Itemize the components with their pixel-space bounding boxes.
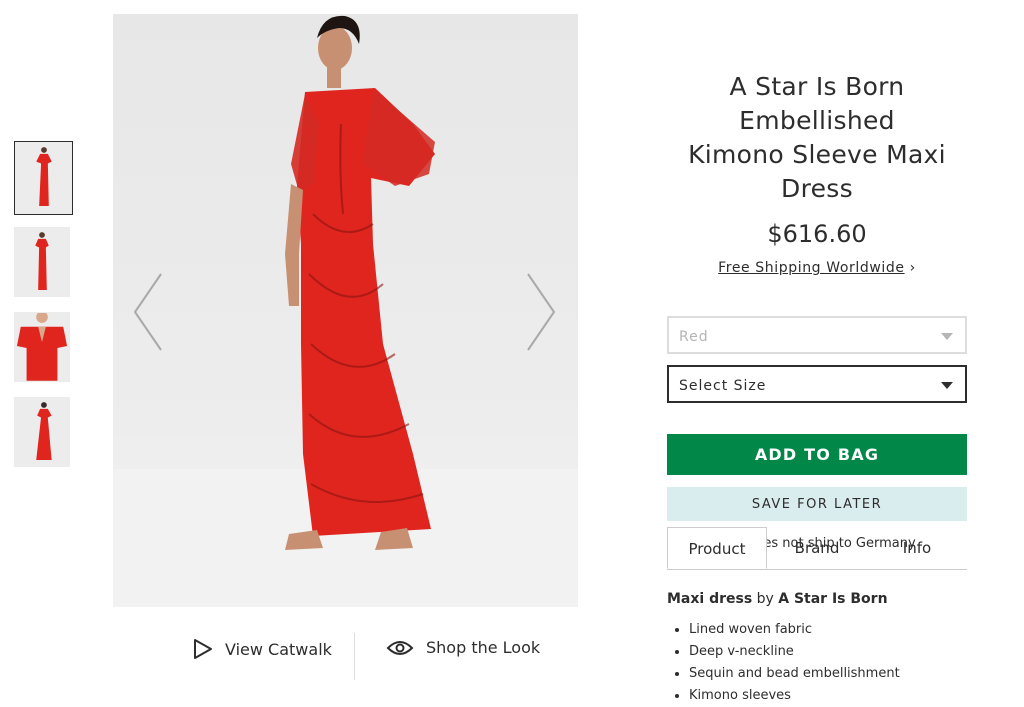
tab-product[interactable]: Product [667,527,767,569]
colour-select[interactable]: Red [667,316,967,354]
list-item: Lined woven fabric [689,619,967,641]
chevron-right-icon: › [909,260,916,276]
product-type: Maxi dress [667,591,753,607]
thumbnail-3[interactable] [14,312,70,382]
dress-thumbnail-image [15,228,69,296]
divider [354,633,355,680]
list-item: Sequin and bead embellishment [689,663,967,685]
view-catwalk-button[interactable]: View Catwalk [193,638,332,660]
by-text: by [756,591,774,607]
dress-thumbnail-image [15,142,72,214]
product-description: Maxi dress by A Star Is Born Lined woven… [667,591,967,707]
brand-name: A Star Is Born [778,591,888,607]
product-price: $616.60 [767,220,867,248]
thumbnail-list [14,141,73,482]
product-details-tabs: Product Brand Info [667,527,967,570]
thumbnail-4[interactable] [14,397,70,467]
product-info-panel: A Star Is Born Embellished Kimono Sleeve… [667,70,967,551]
shop-the-look-label: Shop the Look [426,638,541,657]
thumbnail-2[interactable] [14,227,70,297]
previous-image-arrow-icon[interactable] [133,272,163,352]
colour-select-value: Red [679,329,709,345]
chevron-down-icon [941,333,953,340]
eye-icon [386,640,414,655]
feature-list: Lined woven fabric Deep v-neckline Sequi… [667,619,967,707]
size-select-value: Select Size [679,378,767,394]
product-title-line-2: Kimono Sleeve Maxi Dress [688,140,946,203]
list-item: Kimono sleeves [689,685,967,707]
dress-model-image [285,15,435,550]
dress-thumbnail-image [15,313,69,381]
next-image-arrow-icon[interactable] [526,272,556,352]
dress-thumbnail-image [15,398,69,466]
add-to-bag-button[interactable]: ADD TO BAG [667,434,967,475]
free-shipping-link[interactable]: Free Shipping Worldwide [718,260,904,276]
size-select[interactable]: Select Size [667,365,967,403]
shop-the-look-button[interactable]: Shop the Look [386,638,540,657]
shipping-info: Free Shipping Worldwide › [667,260,967,276]
description-lead: Maxi dress by A Star Is Born [667,591,967,607]
product-title-line-1: A Star Is Born Embellished [729,72,905,135]
tab-brand[interactable]: Brand [767,527,867,568]
view-catwalk-label: View Catwalk [225,639,332,659]
thumbnail-1[interactable] [14,141,73,215]
list-item: Deep v-neckline [689,641,967,663]
media-links: View Catwalk Shop the Look [113,630,578,680]
tab-info[interactable]: Info [867,527,967,568]
product-title: A Star Is Born Embellished Kimono Sleeve… [667,70,967,206]
play-icon [194,639,212,659]
chevron-down-icon [941,382,953,389]
save-for-later-button[interactable]: SAVE FOR LATER [667,487,967,521]
main-product-image [113,14,578,607]
